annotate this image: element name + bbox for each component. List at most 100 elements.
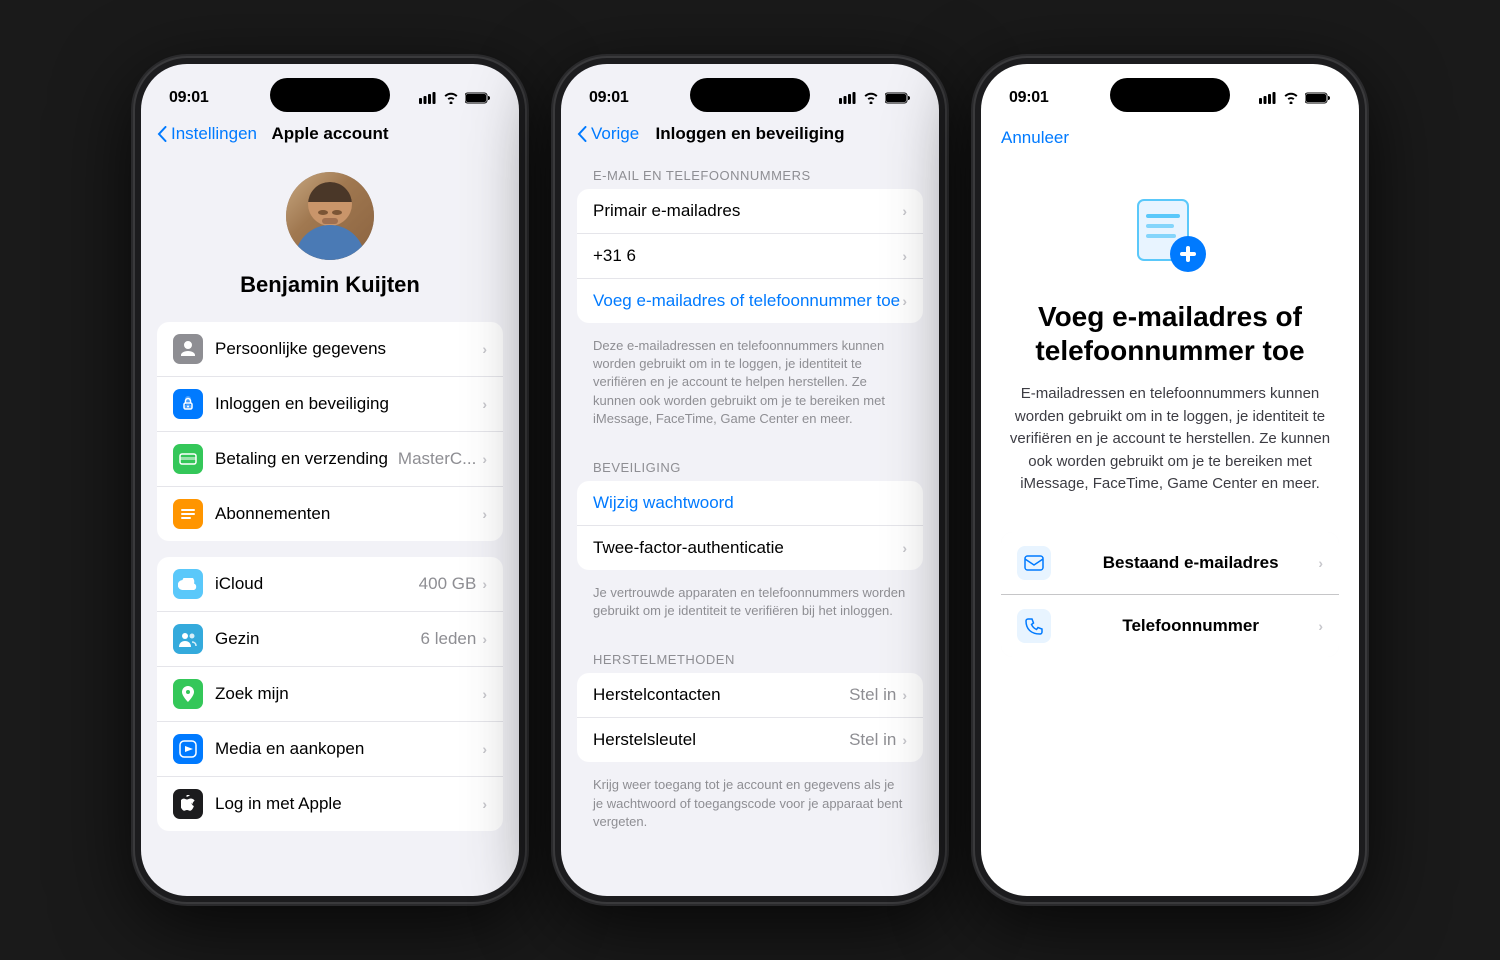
personal-label: Persoonlijke gegevens — [215, 339, 482, 359]
chevron-two-factor: › — [902, 540, 907, 556]
two-factor-item[interactable]: Twee-factor-authenticatie › — [577, 526, 923, 570]
icloud-icon — [173, 569, 203, 599]
change-password-item[interactable]: Wijzig wachtwoord — [577, 481, 923, 526]
status-time: 09:01 — [169, 89, 208, 107]
profile-section: Benjamin Kuijten — [141, 152, 519, 322]
nav-bar-2: Vorige Inloggen en beveiliging — [561, 120, 939, 152]
family-label: Gezin — [215, 629, 421, 649]
chevron-recovery-key: › — [902, 732, 907, 748]
existing-email-option[interactable]: Bestaand e-mailadres › — [1001, 532, 1339, 595]
menu-group-1: Persoonlijke gegevens › Inloggen en beve… — [157, 322, 503, 541]
menu-item-signinwith[interactable]: Log in met Apple › — [157, 777, 503, 831]
phone-number-label: +31 6 — [593, 246, 902, 266]
email-footer: Deze e-mailadressen en telefoonnummers k… — [561, 331, 939, 444]
payment-icon — [173, 444, 203, 474]
status-time-3: 09:01 — [1009, 89, 1048, 107]
dynamic-island-2 — [690, 78, 810, 112]
media-label: Media en aankopen — [215, 739, 482, 759]
security-footer: Je vertrouwde apparaten en telefoonnumme… — [561, 578, 939, 636]
phone-number-option[interactable]: Telefoonnummer › — [1001, 595, 1339, 657]
section-recovery-header: HERSTELMETHODEN — [561, 636, 939, 673]
chevron-payment: › — [482, 451, 487, 467]
add-email-icon — [1130, 196, 1210, 276]
recovery-group: Herstelcontacten Stel in › Herstelsleute… — [577, 673, 923, 762]
nav-bar-1: Instellingen Apple account — [141, 120, 519, 152]
back-label-2: Vorige — [591, 124, 639, 144]
recovery-contacts-label: Herstelcontacten — [593, 685, 849, 705]
menu-item-icloud[interactable]: iCloud 400 GB › — [157, 557, 503, 612]
back-button-2[interactable]: Vorige — [577, 124, 639, 144]
menu-item-family[interactable]: Gezin 6 leden › — [157, 612, 503, 667]
section-security-header: BEVEILIGING — [561, 444, 939, 481]
phone-number-item[interactable]: +31 6 › — [577, 234, 923, 279]
menu-item-personal[interactable]: Persoonlijke gegevens › — [157, 322, 503, 377]
recovery-key-label: Herstelsleutel — [593, 730, 849, 750]
phone-icon — [1025, 617, 1043, 635]
email-group: Primair e-mailadres › +31 6 › Voeg e-mai… — [577, 189, 923, 323]
envelope-icon-wrap — [1017, 546, 1051, 580]
page-title-2: Inloggen en beveiliging — [656, 124, 845, 144]
primary-email-item[interactable]: Primair e-mailadres › — [577, 189, 923, 234]
chevron-recovery-contacts: › — [902, 687, 907, 703]
add-email-icon-wrapper — [1130, 196, 1210, 276]
status-icons — [419, 92, 491, 104]
battery-icon-2 — [885, 92, 911, 104]
chevron-existing-email: › — [1318, 555, 1323, 571]
subscriptions-label: Abonnementen — [215, 504, 482, 524]
back-label-1: Instellingen — [171, 124, 257, 144]
section-email-header: E-MAIL EN TELEFOONNUMMERS — [561, 152, 939, 189]
wifi-icon — [443, 92, 459, 104]
status-time-2: 09:01 — [589, 89, 628, 107]
page-title-1: Apple account — [271, 124, 388, 144]
subscriptions-icon — [173, 499, 203, 529]
envelope-icon — [1024, 555, 1044, 571]
signin-icon — [173, 389, 203, 419]
media-icon — [173, 734, 203, 764]
signal-icon — [419, 92, 437, 104]
menu-item-signin[interactable]: Inloggen en beveiliging › — [157, 377, 503, 432]
chevron-media: › — [482, 741, 487, 757]
chevron-family: › — [482, 631, 487, 647]
phone-number-label-3: Telefoonnummer — [1063, 616, 1318, 636]
recovery-contacts-item[interactable]: Herstelcontacten Stel in › — [577, 673, 923, 718]
menu-item-subscriptions[interactable]: Abonnementen › — [157, 487, 503, 541]
signal-icon-3 — [1259, 92, 1277, 104]
wifi-icon-3 — [1283, 92, 1299, 104]
menu-item-findmy[interactable]: Zoek mijn › — [157, 667, 503, 722]
signinwith-label: Log in met Apple — [215, 794, 482, 814]
change-password-label: Wijzig wachtwoord — [593, 493, 907, 513]
icloud-sublabel: 400 GB — [419, 574, 477, 594]
cancel-button[interactable]: Annuleer — [1001, 128, 1069, 147]
recovery-key-item[interactable]: Herstelsleutel Stel in › — [577, 718, 923, 762]
signin-label: Inloggen en beveiliging — [215, 394, 482, 414]
payment-sublabel: MasterC... — [398, 449, 476, 469]
payment-label: Betaling en verzending — [215, 449, 398, 469]
battery-icon-3 — [1305, 92, 1331, 104]
family-sublabel: 6 leden — [421, 629, 477, 649]
menu-group-2: iCloud 400 GB › Gezin 6 leden › — [157, 557, 503, 831]
dynamic-island-3 — [1110, 78, 1230, 112]
menu-item-media[interactable]: Media en aankopen › — [157, 722, 503, 777]
chevron-signinwith: › — [482, 796, 487, 812]
status-icons-2 — [839, 92, 911, 104]
chevron-icloud: › — [482, 576, 487, 592]
recovery-contacts-value: Stel in — [849, 685, 896, 705]
two-factor-label: Twee-factor-authenticatie — [593, 538, 902, 558]
back-button-1[interactable]: Instellingen — [157, 124, 257, 144]
chevron-signin: › — [482, 396, 487, 412]
signal-icon-2 — [839, 92, 857, 104]
family-icon — [173, 624, 203, 654]
menu-item-payment[interactable]: Betaling en verzending MasterC... › — [157, 432, 503, 487]
personal-icon — [173, 334, 203, 364]
chevron-primary-email: › — [902, 203, 907, 219]
recovery-footer: Krijg weer toegang tot je account en geg… — [561, 770, 939, 832]
chevron-subscriptions: › — [482, 506, 487, 522]
dynamic-island — [270, 78, 390, 112]
avatar[interactable] — [286, 172, 374, 260]
findmy-icon — [173, 679, 203, 709]
security-group: Wijzig wachtwoord Twee-factor-authentica… — [577, 481, 923, 570]
screen3-desc: E-mailadressen en telefoonnummers kunnen… — [1001, 383, 1339, 496]
icloud-label: iCloud — [215, 574, 419, 594]
option-group: Bestaand e-mailadres › Telefoonnummer › — [1001, 532, 1339, 657]
add-email-phone-item[interactable]: Voeg e-mailadres of telefoonnummer toe › — [577, 279, 923, 323]
